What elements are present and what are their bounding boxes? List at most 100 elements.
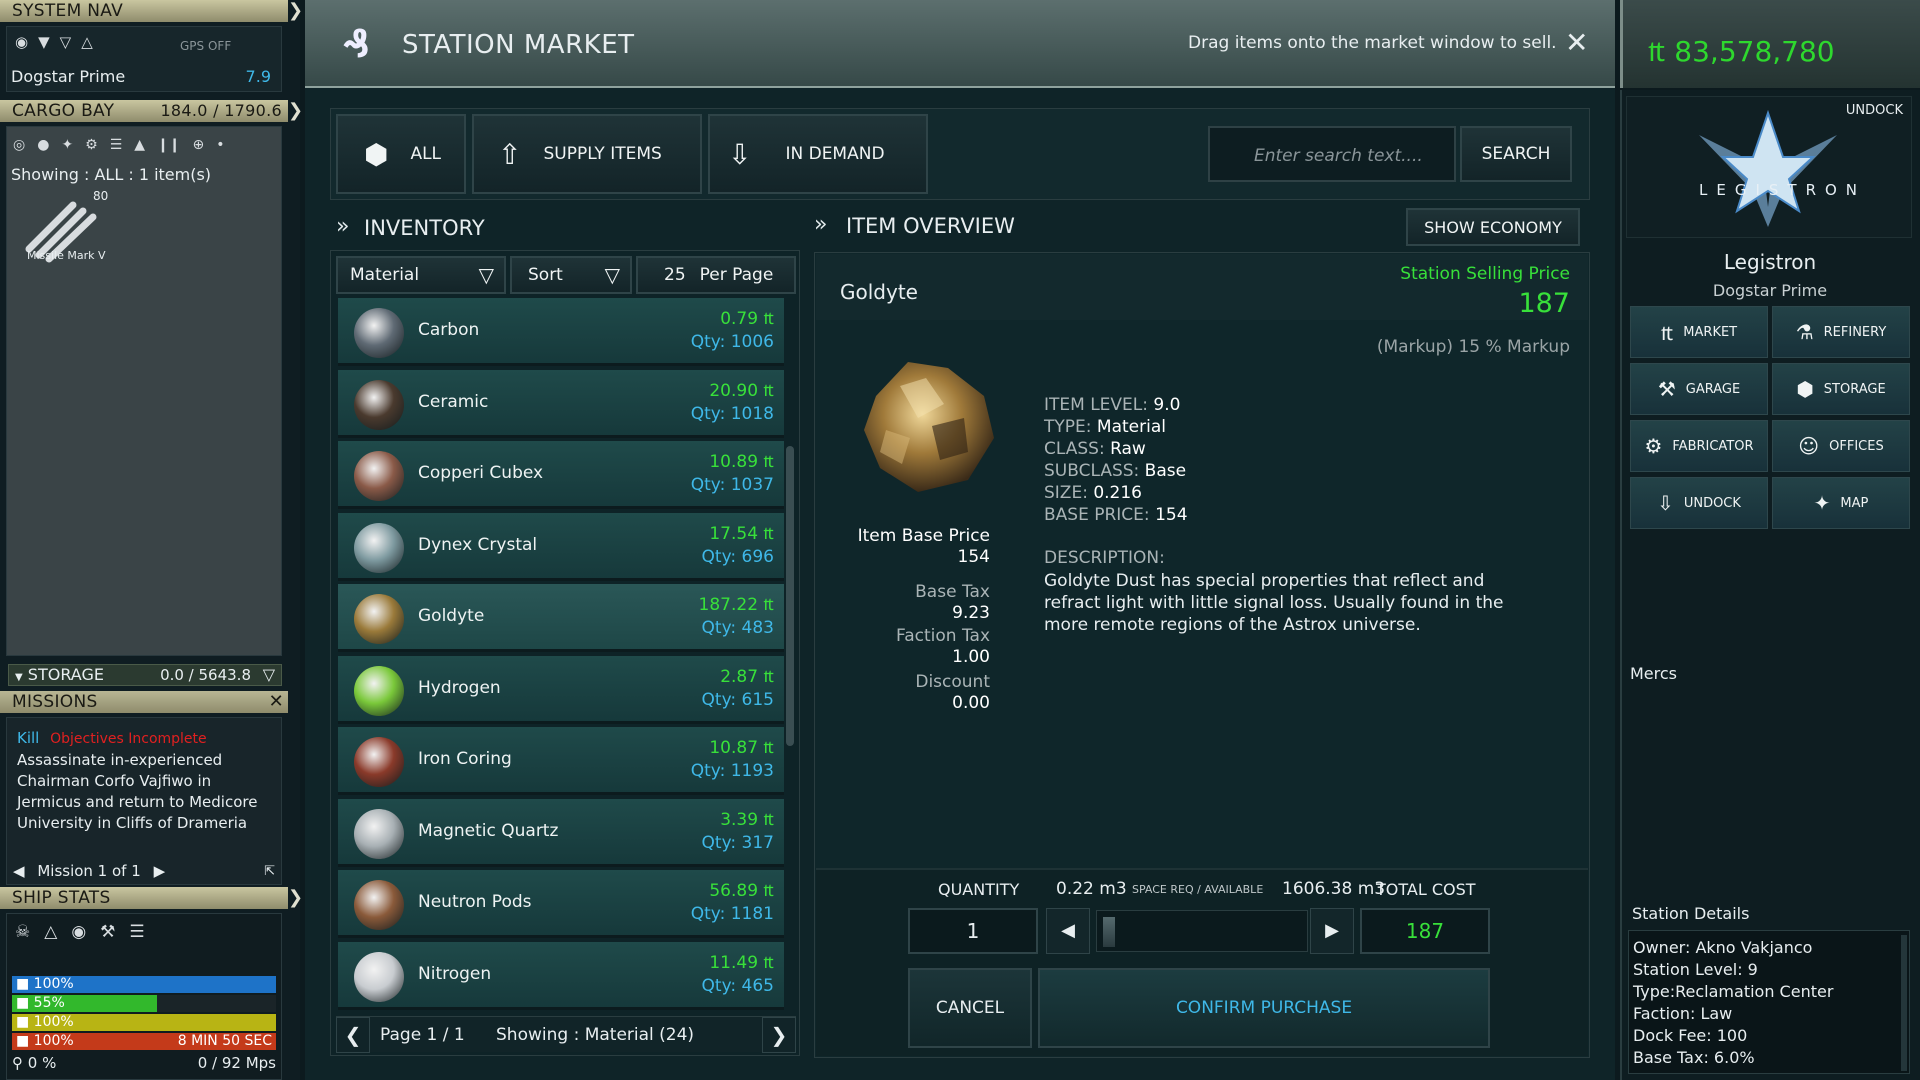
decrease-quantity-icon[interactable]: ◀ <box>1046 908 1090 954</box>
station-button-label: OFFICES <box>1829 438 1884 454</box>
details-scrollbar[interactable] <box>1901 935 1907 1071</box>
ship-stat-icons: ☠ △ ◉ ⚒ ☰ <box>15 922 145 942</box>
filter-demand-button[interactable]: ⇩ IN DEMAND <box>708 114 928 194</box>
ball-icon[interactable]: ● <box>37 137 49 153</box>
station-button-fabricator[interactable]: ⚙ FABRICATOR <box>1630 420 1768 472</box>
dot-icon[interactable]: • <box>216 137 224 153</box>
market-logo-icon: ₰ <box>343 22 370 66</box>
inventory-row[interactable]: Nitrogen 11.49 ₶ Qty: 465 <box>338 941 784 1010</box>
download-icon: ⇩ <box>728 137 752 171</box>
market-title-bar: ₰ STATION MARKET Drag items onto the mar… <box>305 0 1615 88</box>
station-button-map[interactable]: ✦ MAP <box>1772 477 1910 529</box>
item-name: Ceramic <box>418 391 489 412</box>
undock-link[interactable]: UNDOCK <box>1846 103 1903 118</box>
per-page-select[interactable]: 25 Per Page <box>636 256 796 294</box>
route-icon[interactable]: ▼ <box>38 33 50 51</box>
item-quantity: Qty: 1037 <box>690 475 774 495</box>
inventory-row[interactable]: Magnetic Quartz 3.39 ₶ Qty: 317 <box>338 798 784 867</box>
plus-circle-icon[interactable]: ⊕ <box>193 137 205 153</box>
item-property: SUBCLASS: Base <box>1044 460 1188 482</box>
cargo-bay-header[interactable]: CARGO BAY 184.0 / 1790.6 ❯ <box>0 100 303 122</box>
quantity-input[interactable]: 1 <box>908 908 1038 954</box>
station-detail-line: Station Level: 9 <box>1633 960 1758 979</box>
prev-page-icon[interactable]: ❮ <box>336 1017 370 1053</box>
double-chevron-icon: » <box>336 214 350 239</box>
radar-icon[interactable]: ◉ <box>71 922 86 942</box>
stat-bar-label: ■ 100% <box>16 1014 74 1030</box>
cancel-button[interactable]: CANCEL <box>908 968 1032 1048</box>
station-button-label: UNDOCK <box>1683 495 1741 511</box>
ship-icon[interactable]: △ <box>81 33 93 51</box>
speed-readout: ⚲ 0 % 0 / 92 Mps <box>12 1054 276 1072</box>
mission-entry[interactable]: Kill Objectives Incomplete Assassinate i… <box>17 728 267 834</box>
station-logo-box: UNDOCK LEGISTRON <box>1626 96 1912 238</box>
filter-all-button[interactable]: ⬢ ALL <box>336 114 466 194</box>
station-button-refinery[interactable]: ⚗ REFINERY <box>1772 306 1910 358</box>
filter-supply-button[interactable]: ⇧ SUPPLY ITEMS <box>472 114 702 194</box>
sort-select[interactable]: Sort ▽ <box>510 256 632 294</box>
current-location: Dogstar Prime <box>11 67 126 86</box>
storage-header[interactable]: ▼ STORAGE 0.0 / 5643.8 ▽ <box>8 664 282 686</box>
inventory-row[interactable]: Hydrogen 2.87 ₶ Qty: 615 <box>338 655 784 724</box>
station-button-undock[interactable]: ⇩ UNDOCK <box>1630 477 1768 529</box>
station-button-garage[interactable]: ⚒ GARAGE <box>1630 363 1768 415</box>
next-arrow-icon[interactable]: ▶ <box>154 862 166 880</box>
cargo-item-missile[interactable]: 80 Missile Mark V <box>21 189 109 269</box>
tools-icon[interactable]: ⚒ <box>100 922 115 942</box>
missions-header[interactable]: MISSIONS ✕ <box>0 691 288 713</box>
close-icon[interactable]: ✕ <box>269 691 284 713</box>
chevron-right-icon[interactable]: ❯ <box>288 100 303 122</box>
material-filter-select[interactable]: Material ▽ <box>336 256 506 294</box>
show-economy-button[interactable]: SHOW ECONOMY <box>1406 208 1580 246</box>
search-button[interactable]: SEARCH <box>1460 126 1572 182</box>
markup: (Markup) 15 % Markup <box>1376 337 1570 357</box>
station-button-market[interactable]: ₶ MARKET <box>1630 306 1768 358</box>
confirm-purchase-button[interactable]: CONFIRM PURCHASE <box>1038 968 1490 1048</box>
item-property: CLASS: Raw <box>1044 438 1188 460</box>
cargo-item-count: 80 <box>93 189 109 203</box>
inventory-row[interactable]: Carbon 0.79 ₶ Qty: 1006 <box>338 298 784 366</box>
increase-quantity-icon[interactable]: ▶ <box>1310 908 1354 954</box>
chevron-right-icon[interactable]: ❯ <box>288 0 303 22</box>
item-quantity: Qty: 696 <box>701 546 774 567</box>
search-input[interactable]: Enter search text.... <box>1208 126 1456 182</box>
inventory-scrollbar[interactable] <box>786 446 794 746</box>
system-nav-header[interactable]: SYSTEM NAV ❯ <box>0 0 303 22</box>
station-button-storage[interactable]: ⬢ STORAGE <box>1772 363 1910 415</box>
skull-icon[interactable]: ☠ <box>15 922 30 942</box>
quantity-slider[interactable] <box>1096 910 1308 952</box>
dropdown-icon[interactable]: ▽ <box>263 665 275 685</box>
target-icon[interactable]: ◉ <box>15 33 28 51</box>
inventory-row[interactable]: Neutron Pods 56.89 ₶ Qty: 1181 <box>338 870 784 938</box>
space-label: SPACE REQ / AVAILABLE <box>1132 883 1264 896</box>
rocket-icon[interactable]: ▲ <box>134 137 145 153</box>
station-button-offices[interactable]: ☺ OFFICES <box>1772 420 1910 472</box>
inventory-row[interactable]: Ceramic 20.90 ₶ Qty: 1018 <box>338 369 784 438</box>
gear-icon[interactable]: ⚙ <box>85 137 98 153</box>
ship-stats-header[interactable]: SHIP STATS ❯ <box>0 887 303 909</box>
inventory-row[interactable]: Dynex Crystal 17.54 ₶ Qty: 696 <box>338 512 784 581</box>
base-tax-label: Base Tax <box>915 582 990 602</box>
mission-status: Objectives Incomplete <box>50 731 207 747</box>
ring-icon[interactable]: ◎ <box>13 137 25 153</box>
filter-icon[interactable]: ▽ <box>60 33 72 51</box>
stack-icon[interactable]: ☰ <box>110 137 123 153</box>
item-price: 10.87 ₶ <box>709 738 774 758</box>
inventory-row[interactable]: Copperi Cubex 10.89 ₶ Qty: 1037 <box>338 441 784 509</box>
inventory-row[interactable]: Goldyte 187.22 ₶ Qty: 483 <box>338 584 784 652</box>
item-property: SIZE: 0.216 <box>1044 482 1188 504</box>
expand-icon[interactable]: ⇱ <box>264 864 275 879</box>
ship-triangle-icon[interactable]: △ <box>44 922 57 942</box>
chevron-right-icon[interactable]: ❯ <box>288 887 303 909</box>
bars-icon[interactable]: ❙❙ <box>157 137 180 153</box>
close-icon[interactable]: ✕ <box>1565 26 1588 59</box>
list-icon[interactable]: ☰ <box>129 922 144 942</box>
garage-icon: ⚒ <box>1657 377 1676 401</box>
next-page-icon[interactable]: ❯ <box>762 1017 796 1053</box>
inventory-row[interactable]: Iron Coring 10.87 ₶ Qty: 1193 <box>338 727 784 795</box>
prev-arrow-icon[interactable]: ◀ <box>13 862 25 880</box>
item-properties: ITEM LEVEL: 9.0 TYPE: Material CLASS: Raw S… <box>1044 394 1188 526</box>
discount: 0.00 <box>952 693 990 713</box>
slider-thumb[interactable] <box>1103 917 1115 947</box>
drone-icon[interactable]: ✦ <box>61 137 73 153</box>
